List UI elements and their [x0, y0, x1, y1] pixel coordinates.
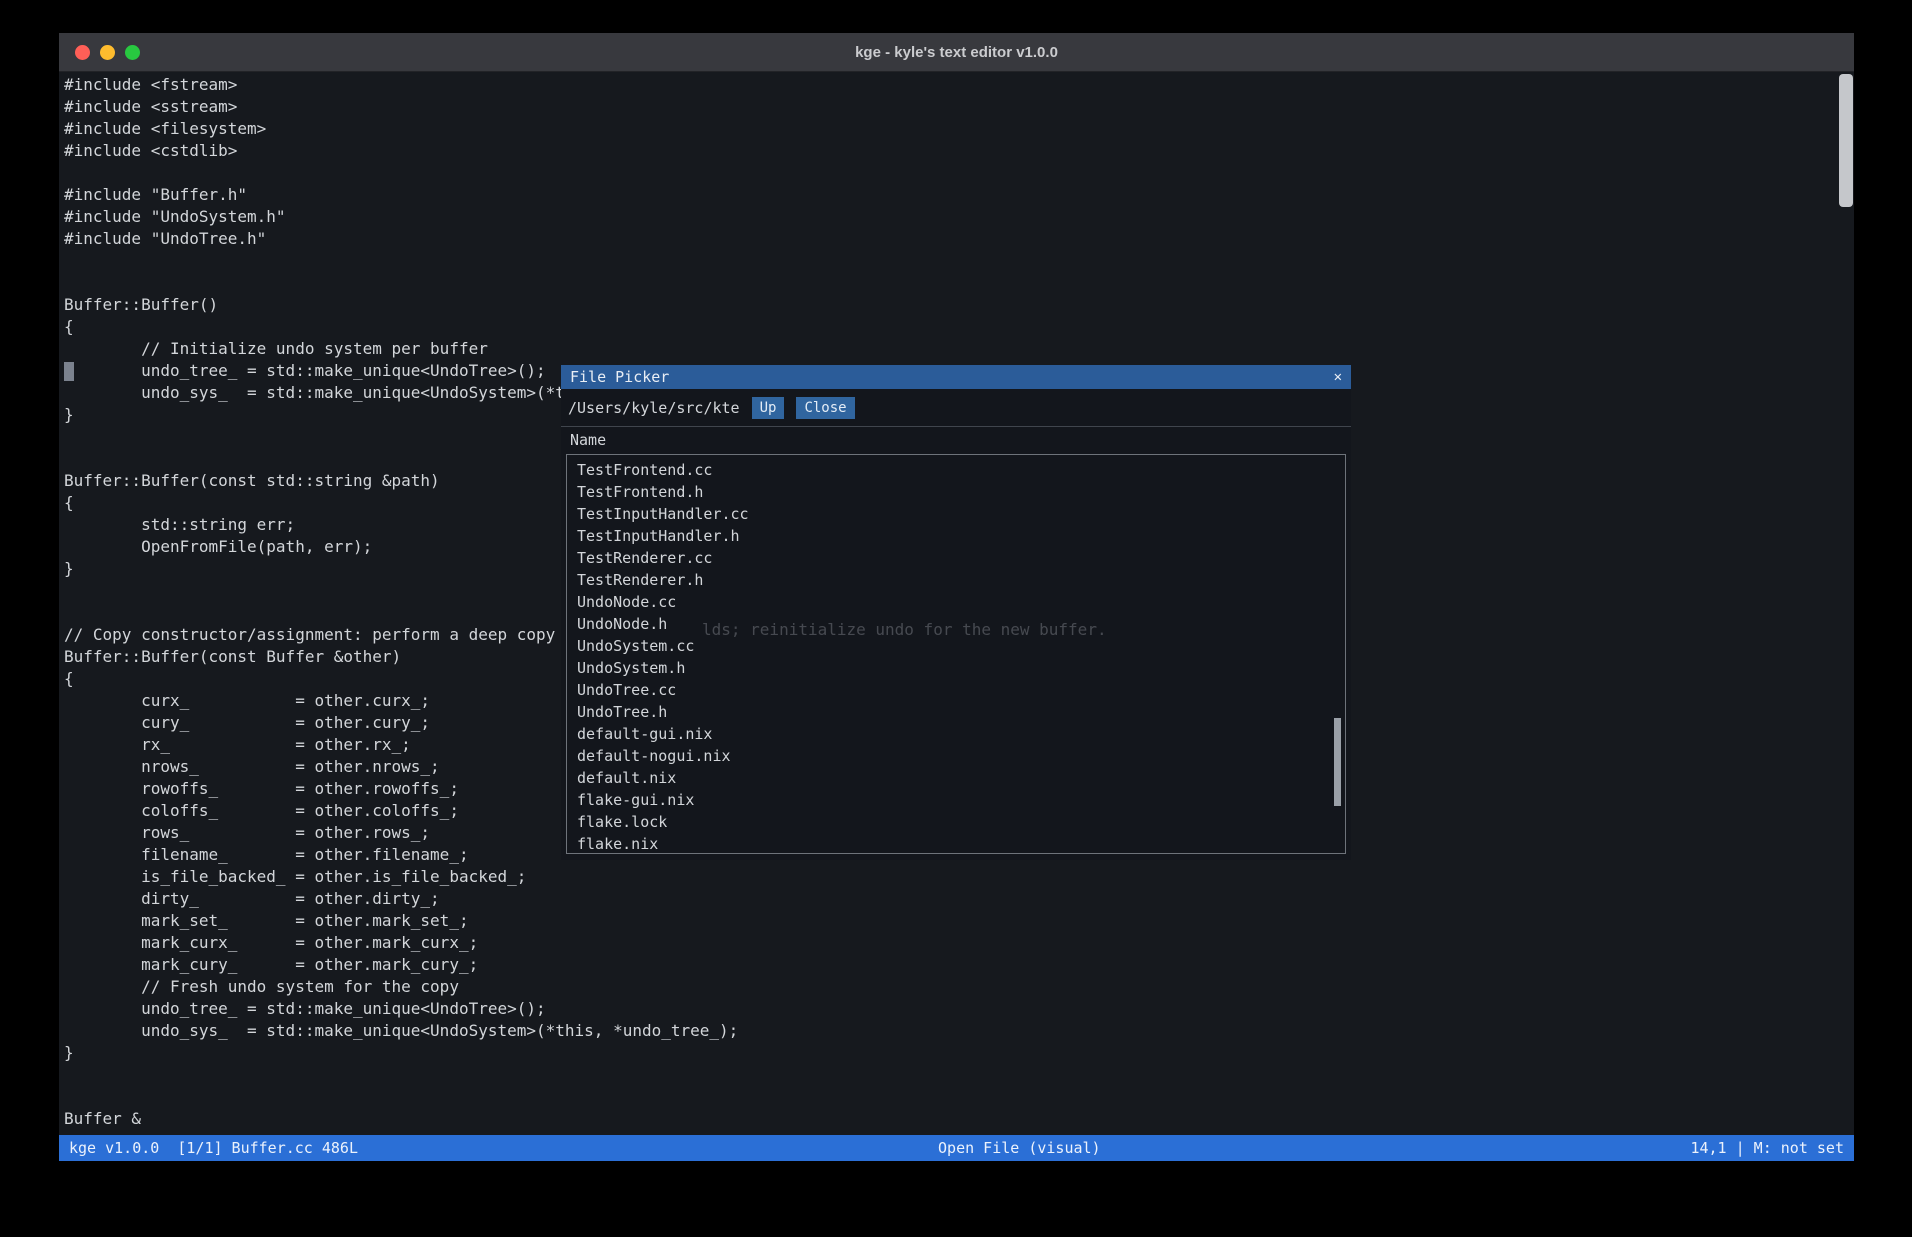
status-cursor-position: 14,1 | M: not set — [1690, 1139, 1844, 1157]
file-item[interactable]: UndoNode.cc — [567, 591, 1345, 613]
file-item[interactable]: UndoSystem.h — [567, 657, 1345, 679]
code-line: // Fresh undo system for the copy — [64, 976, 1095, 998]
code-line: undo_tree_ = std::make_unique<UndoTree>(… — [64, 998, 1095, 1020]
desktop: kge - kyle's text editor v1.0.0 #include… — [0, 0, 1912, 1237]
up-button[interactable]: Up — [752, 397, 785, 419]
window-title: kge - kyle's text editor v1.0.0 — [855, 44, 1058, 61]
code-line: undo_sys_ = std::make_unique<UndoSystem>… — [64, 1020, 1095, 1042]
code-line: mark_cury_ = other.mark_cury_; — [64, 954, 1095, 976]
code-line — [64, 162, 1095, 184]
status-file-info: kge v1.0.0 [1/1] Buffer.cc 486L — [69, 1139, 358, 1157]
file-item[interactable]: UndoTree.h — [567, 701, 1345, 723]
code-line: Buffer::Buffer() — [64, 294, 1095, 316]
code-line: } — [64, 1042, 1095, 1064]
editor-window: kge - kyle's text editor v1.0.0 #include… — [59, 33, 1854, 1161]
code-line: #include <cstdlib> — [64, 140, 1095, 162]
code-line: Buffer & — [64, 1108, 1095, 1130]
file-item[interactable]: TestRenderer.h — [567, 569, 1345, 591]
text-cursor — [64, 362, 74, 381]
file-item[interactable]: default.nix — [567, 767, 1345, 789]
code-line: #include "UndoTree.h" — [64, 228, 1095, 250]
code-line — [64, 250, 1095, 272]
window-titlebar[interactable]: kge - kyle's text editor v1.0.0 — [59, 33, 1854, 72]
status-bar: kge v1.0.0 [1/1] Buffer.cc 486L Open Fil… — [59, 1135, 1854, 1161]
current-path: /Users/kyle/src/kte — [568, 399, 740, 417]
file-item[interactable]: TestInputHandler.cc — [567, 503, 1345, 525]
code-line: #include <sstream> — [64, 96, 1095, 118]
code-line: #include "UndoSystem.h" — [64, 206, 1095, 228]
code-line: #include <filesystem> — [64, 118, 1095, 140]
file-item[interactable]: flake-gui.nix — [567, 789, 1345, 811]
code-line: mark_set_ = other.mark_set_; — [64, 910, 1095, 932]
file-picker-dialog: File Picker ✕ /Users/kyle/src/kte Up Clo… — [561, 365, 1351, 860]
name-column-header: Name — [561, 427, 1351, 454]
file-item[interactable]: TestInputHandler.h — [567, 525, 1345, 547]
file-item[interactable]: UndoTree.cc — [567, 679, 1345, 701]
code-line — [64, 1086, 1095, 1108]
code-line: is_file_backed_ = other.is_file_backed_; — [64, 866, 1095, 888]
status-mode: Open File (visual) — [938, 1139, 1101, 1157]
path-row: /Users/kyle/src/kte Up Close — [561, 389, 1351, 427]
minimize-window-button[interactable] — [100, 45, 115, 60]
editor-scrollbar-thumb[interactable] — [1839, 74, 1853, 207]
code-line — [64, 272, 1095, 294]
code-line: { — [64, 316, 1095, 338]
code-line: #include <fstream> — [64, 74, 1095, 96]
close-button[interactable]: Close — [796, 397, 854, 419]
close-window-button[interactable] — [75, 45, 90, 60]
code-line: dirty_ = other.dirty_; — [64, 888, 1095, 910]
file-item[interactable]: flake.nix — [567, 833, 1345, 855]
dialog-close-icon[interactable]: ✕ — [1334, 370, 1342, 384]
zoom-window-button[interactable] — [125, 45, 140, 60]
code-line: #include "Buffer.h" — [64, 184, 1095, 206]
file-item[interactable]: TestFrontend.cc — [567, 459, 1345, 481]
code-line — [64, 1064, 1095, 1086]
file-item[interactable]: default-nogui.nix — [567, 745, 1345, 767]
code-line: // Initialize undo system per buffer — [64, 338, 1095, 360]
file-list: TestFrontend.ccTestFrontend.hTestInputHa… — [566, 454, 1346, 854]
file-item[interactable]: TestFrontend.h — [567, 481, 1345, 503]
code-line: mark_curx_ = other.mark_curx_; — [64, 932, 1095, 954]
file-picker-title: File Picker — [570, 368, 669, 386]
file-item[interactable]: flake.lock — [567, 811, 1345, 833]
file-picker-titlebar[interactable]: File Picker ✕ — [561, 365, 1351, 389]
file-item[interactable]: TestRenderer.cc — [567, 547, 1345, 569]
traffic-lights — [75, 33, 140, 71]
file-list-scrollbar-thumb[interactable] — [1334, 718, 1341, 806]
file-item[interactable]: UndoSystem.cc — [567, 635, 1345, 657]
file-item[interactable]: UndoNode.h — [567, 613, 1345, 635]
file-item[interactable]: default-gui.nix — [567, 723, 1345, 745]
file-items: TestFrontend.ccTestFrontend.hTestInputHa… — [567, 455, 1345, 855]
